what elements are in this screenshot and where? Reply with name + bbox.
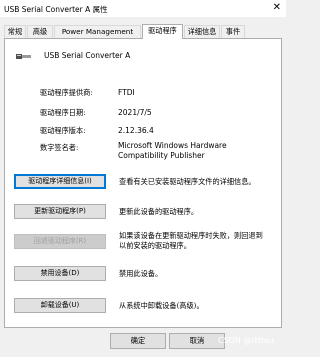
disable-device-desc: 禁用此设备。 [119, 269, 163, 278]
tab-power-management[interactable]: Power Management [54, 25, 141, 38]
driver-details-desc: 查看有关已安装驱动程序文件的详细信息。 [119, 177, 256, 186]
signer-label: 数字签名者: [40, 143, 79, 152]
signer-value-line1: Microsoft Windows Hardware [118, 141, 227, 150]
disable-device-button[interactable]: 禁用设备(D) [14, 266, 106, 281]
roll-back-driver-desc-line2: 以前安装的驱动程序。 [119, 241, 191, 250]
usb-cable-icon [16, 54, 31, 59]
tab-driver[interactable]: 驱动程序 [142, 24, 183, 39]
driver-tab-panel: USB Serial Converter A 驱动程序提供商: FTDI 驱动程… [4, 38, 282, 328]
version-label: 驱动程序版本: [40, 126, 86, 135]
tab-advanced[interactable]: 高级 [27, 25, 53, 38]
version-value: 2.12.36.4 [118, 126, 154, 135]
date-label: 驱动程序日期: [40, 108, 86, 117]
roll-back-driver-desc-line1: 如果该设备在更新驱动程序时失败，则回退到 [119, 231, 263, 240]
roll-back-driver-button: 回退驱动程序(R) [14, 234, 106, 249]
tab-events[interactable]: 事件 [221, 25, 245, 38]
tab-general[interactable]: 常规 [4, 25, 26, 38]
tab-strip: 常规 高级 Power Management 驱动程序 详细信息 事件 [4, 24, 282, 39]
close-icon[interactable]: ✕ [273, 2, 281, 14]
uninstall-device-button[interactable]: 卸载设备(U) [14, 298, 106, 313]
update-driver-desc: 更新此设备的驱动程序。 [119, 207, 199, 216]
provider-value: FTDI [118, 88, 135, 97]
signer-value: Microsoft Windows Hardware Compatibility… [118, 141, 227, 161]
watermark: CSDN @rtttou [217, 336, 274, 345]
signer-value-line2: Compatibility Publisher [118, 151, 205, 160]
tab-details[interactable]: 详细信息 [184, 25, 220, 38]
ok-button[interactable]: 确定 [110, 333, 166, 349]
cancel-button[interactable]: 取消 [169, 333, 225, 349]
date-value: 2021/7/5 [118, 108, 152, 117]
provider-label: 驱动程序提供商: [40, 88, 93, 97]
update-driver-button[interactable]: 更新驱动程序(P) [14, 204, 106, 219]
device-name: USB Serial Converter A [44, 51, 131, 60]
driver-details-button[interactable]: 驱动程序详细信息(I) [14, 174, 106, 189]
uninstall-device-desc: 从系统中卸载设备(高级)。 [119, 301, 204, 310]
window-title: USB Serial Converter A 属性 [4, 5, 108, 14]
title-bar: USB Serial Converter A 属性 ✕ [0, 0, 286, 17]
